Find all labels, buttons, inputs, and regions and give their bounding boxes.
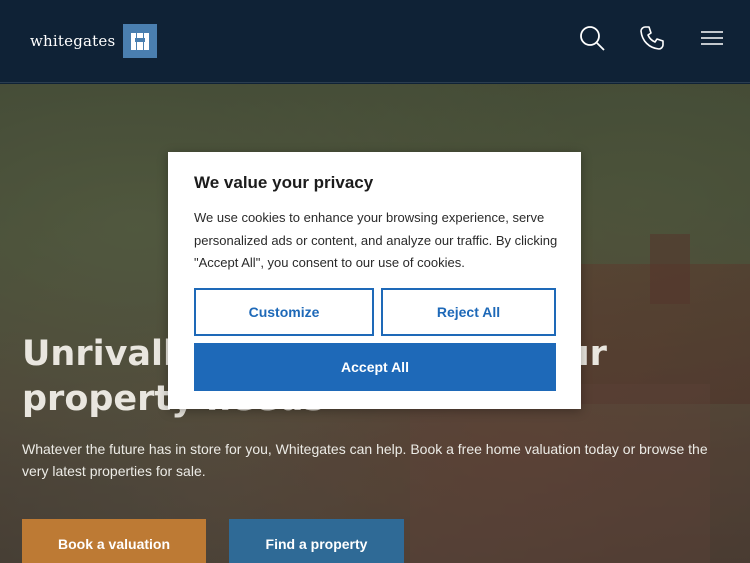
customize-button[interactable]: Customize xyxy=(194,288,374,336)
menu-icon[interactable] xyxy=(696,22,728,54)
cookie-consent-dialog: We value your privacy We use cookies to … xyxy=(168,152,581,409)
phone-icon[interactable] xyxy=(636,22,668,54)
book-valuation-button[interactable]: Book a valuation xyxy=(22,519,206,563)
logo-text: whitegates xyxy=(30,32,116,50)
consent-text: We use cookies to enhance your browsing … xyxy=(194,210,558,270)
site-header: whitegates xyxy=(0,0,750,83)
reject-all-button[interactable]: Reject All xyxy=(381,288,556,336)
search-icon[interactable] xyxy=(576,22,608,54)
hero-description: Whatever the future has in store for you… xyxy=(22,441,708,479)
find-property-button[interactable]: Find a property xyxy=(229,519,404,563)
logo-mark-icon xyxy=(123,24,158,58)
consent-title: We value your privacy xyxy=(194,173,374,192)
accept-all-button[interactable]: Accept All xyxy=(194,343,556,391)
whitegates-logo[interactable]: whitegates xyxy=(30,24,158,58)
